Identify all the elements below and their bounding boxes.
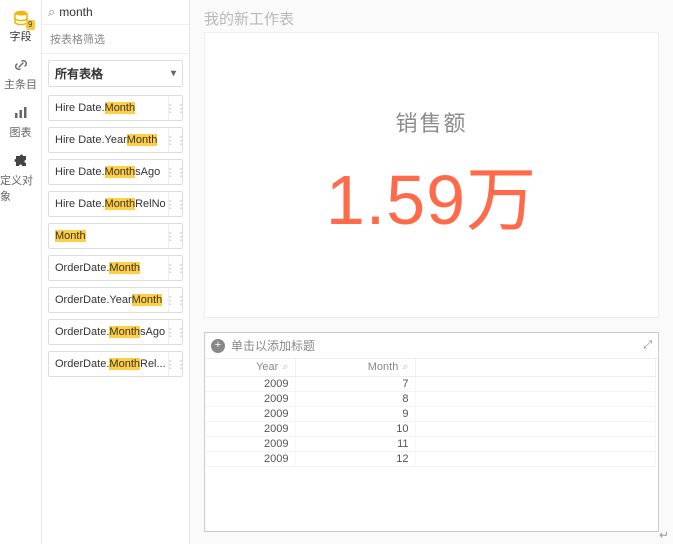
field-item[interactable]: Hire Date.YearMonth⋮⋮ (48, 127, 183, 153)
rail-item-master[interactable]: 主条目 (0, 52, 41, 96)
rail-label: 图表 (10, 124, 32, 140)
barchart-icon (12, 104, 30, 122)
field-label: Hire Date.MonthRelNo (49, 198, 168, 210)
carriage-return-glyph: ↵ (659, 528, 669, 542)
rail-label: 定义对象 (0, 172, 41, 204)
sheet-canvas: 我的新工作表 销售额 1.59万 + 单击以添加标题 ⤢ Year⌕ (190, 0, 673, 544)
field-item[interactable]: Month⋮⋮ (48, 223, 183, 249)
field-label: OrderDate.MonthsAgo (49, 326, 168, 338)
rail-item-fields[interactable]: 9 字段 (0, 6, 41, 48)
left-rail: 9 字段 主条目 图表 定义对象 (0, 0, 42, 544)
table-grid[interactable]: Year⌕ Month⌕ 200972009820099200910200911… (205, 359, 658, 531)
kpi-label: 销售额 (395, 106, 467, 138)
field-item[interactable]: OrderDate.YearMonth⋮⋮ (48, 287, 183, 313)
field-label: OrderDate.Month (49, 262, 168, 274)
table-selector[interactable]: 所有表格 ▾ (48, 60, 183, 87)
drag-handle-icon[interactable]: ⋮⋮ (168, 288, 182, 312)
rail-item-custom[interactable]: 定义对象 (0, 148, 41, 208)
drag-handle-icon[interactable]: ⋮⋮ (168, 128, 182, 152)
fields-panel: ⌕ × 按表格筛选 所有表格 ▾ Hire Date.Month⋮⋮Hire D… (42, 0, 190, 544)
drag-handle-icon[interactable]: ⋮⋮ (168, 352, 182, 376)
drag-handle-icon[interactable]: ⋮⋮ (168, 320, 182, 344)
sheet-title: 我的新工作表 (190, 0, 673, 29)
drag-handle-icon[interactable]: ⋮⋮ (168, 224, 182, 248)
field-item[interactable]: OrderDate.Month⋮⋮ (48, 255, 183, 281)
field-item[interactable]: OrderDate.MonthsAgo⋮⋮ (48, 319, 183, 345)
search-row: ⌕ × (42, 0, 189, 25)
search-icon[interactable]: ⌕ (282, 361, 288, 373)
kpi-value: 1.59万 (326, 144, 537, 245)
drag-handle-icon[interactable]: ⋮⋮ (168, 160, 182, 184)
table-card-header: + 单击以添加标题 ⤢ (205, 333, 658, 359)
col-header-empty (415, 359, 655, 377)
field-label: Hire Date.MonthsAgo (49, 166, 168, 178)
puzzle-icon (12, 152, 30, 170)
col-header-month[interactable]: Month⌕ (295, 359, 415, 377)
kpi-card[interactable]: 销售额 1.59万 (204, 32, 659, 318)
field-label: Hire Date.YearMonth (49, 134, 168, 146)
filter-hint: 按表格筛选 (42, 25, 189, 54)
drag-handle-icon[interactable]: ⋮⋮ (168, 96, 182, 120)
fields-count-badge: 9 (26, 20, 34, 30)
table-row[interactable]: 200912 (205, 452, 655, 467)
field-item[interactable]: OrderDate.MonthRel...⋮⋮ (48, 351, 183, 377)
search-icon: ⌕ (48, 4, 55, 20)
table-title-placeholder[interactable]: 单击以添加标题 (231, 337, 315, 354)
plus-icon[interactable]: + (211, 339, 225, 353)
field-label: OrderDate.MonthRel... (49, 358, 168, 370)
fullscreen-icon[interactable]: ⤢ (643, 339, 652, 352)
field-item[interactable]: Hire Date.MonthRelNo⋮⋮ (48, 191, 183, 217)
field-item[interactable]: Hire Date.MonthsAgo⋮⋮ (48, 159, 183, 185)
table-selector-label: 所有表格 (55, 65, 103, 82)
field-label: Month (49, 230, 168, 242)
chevron-down-icon: ▾ (171, 68, 176, 79)
field-label: Hire Date.Month (49, 102, 168, 114)
rail-label: 字段 (10, 28, 32, 44)
table-row[interactable]: 20097 (205, 377, 655, 392)
field-list: Hire Date.Month⋮⋮Hire Date.YearMonth⋮⋮Hi… (42, 93, 189, 544)
table-row[interactable]: 200910 (205, 422, 655, 437)
drag-handle-icon[interactable]: ⋮⋮ (168, 256, 182, 280)
field-item[interactable]: Hire Date.Month⋮⋮ (48, 95, 183, 121)
rail-label: 主条目 (4, 76, 37, 92)
table-card[interactable]: + 单击以添加标题 ⤢ Year⌕ Month⌕ (204, 332, 659, 532)
field-label: OrderDate.YearMonth (49, 294, 168, 306)
table-row[interactable]: 200911 (205, 437, 655, 452)
search-icon[interactable]: ⌕ (402, 361, 408, 373)
table-row[interactable]: 20099 (205, 407, 655, 422)
rail-item-charts[interactable]: 图表 (0, 100, 41, 144)
table-row[interactable]: 20098 (205, 392, 655, 407)
drag-handle-icon[interactable]: ⋮⋮ (168, 192, 182, 216)
database-icon: 9 (13, 10, 29, 26)
col-header-year[interactable]: Year⌕ (205, 359, 295, 377)
link-icon (12, 56, 30, 74)
